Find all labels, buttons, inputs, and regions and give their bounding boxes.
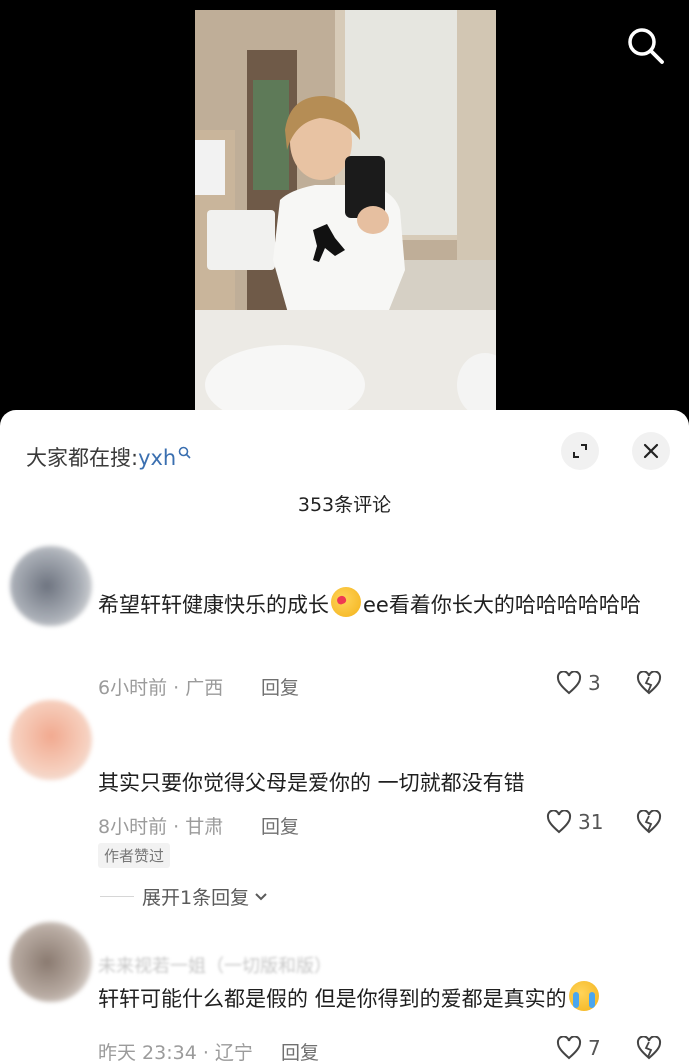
avatar[interactable] [10,700,92,780]
like-button[interactable]: 3 [556,671,601,695]
broken-heart-icon [636,670,662,695]
like-button[interactable]: 7 [556,1036,601,1060]
comment-username[interactable]: 未来视若一姐（一切版和版） [98,952,332,978]
trending-search-term[interactable]: yxh [138,446,176,470]
close-button[interactable] [632,432,670,470]
comment-item: 其实只要你觉得父母是爱你的 一切就都没有错 8小时前 · 甘肃 回复 31 作者… [0,700,689,910]
search-button[interactable] [624,24,666,66]
expand-replies-button[interactable]: 展开1条回复 [100,883,269,910]
comment-text-part: 轩轩可能什么都是假的 但是你得到的爱都是真实的 [98,987,567,1011]
dislike-button[interactable] [636,670,662,699]
expand-icon [573,444,587,458]
video-area[interactable] [0,0,689,430]
avatar[interactable] [10,546,92,626]
reply-button[interactable]: 回复 [261,673,299,700]
broken-heart-icon [636,809,662,834]
expand-sheet-button[interactable] [561,432,599,470]
search-icon [628,28,664,64]
comment-text: 轩轩可能什么都是假的 但是你得到的爱都是真实的 [98,980,668,1019]
comment-text: 希望轩轩健康快乐的成长 ee看着你长大的哈哈哈哈哈哈 [98,586,668,625]
small-search-icon [178,440,191,464]
avatar[interactable] [10,922,92,1002]
reply-button[interactable]: 回复 [281,1038,319,1063]
author-liked-badge: 作者赞过 [98,843,171,868]
comments-sheet: 大家都在搜:yxh 353条评论 希望轩轩健康快乐的成长 ee看着你长大的哈哈哈哈… [0,410,689,1063]
comment-text-part: 希望轩轩健康快乐的成长 [98,593,329,617]
close-icon [643,443,659,459]
chevron-down-icon [255,892,267,900]
comment-meta: 昨天 23:34 · 辽宁 [98,1042,253,1063]
like-count: 3 [588,671,601,695]
comment-meta: 6小时前 · 广西 [98,677,224,699]
heart-icon [556,1036,582,1060]
divider-line [100,896,134,897]
broken-heart-icon [636,1035,662,1060]
heart-icon [556,671,582,695]
comment-count-title: 353条评论 [297,494,392,516]
comment-item: 希望轩轩健康快乐的成长 ee看着你长大的哈哈哈哈哈哈 6小时前 · 广西 回复 3 [0,528,689,700]
dislike-button[interactable] [636,809,662,838]
like-count: 7 [588,1036,601,1060]
trending-search-prefix: 大家都在搜: [26,446,139,470]
comment-text: 其实只要你觉得父母是爱你的 一切就都没有错 [98,771,525,795]
video-frame[interactable] [195,10,496,412]
heart-icon [546,810,572,834]
comment-meta: 8小时前 · 甘肃 [98,816,224,838]
trending-search-link[interactable]: 大家都在搜:yxh [26,440,191,472]
loudly-crying-emoji [568,981,599,1011]
expand-replies-label: 展开1条回复 [142,887,250,909]
comment-text-part: ee看着你长大的哈哈哈哈哈哈 [363,593,641,617]
like-count: 31 [578,810,604,834]
comment-item: 未来视若一姐（一切版和版） 轩轩可能什么都是假的 但是你得到的爱都是真实的 昨天… [0,910,689,1063]
reply-button[interactable]: 回复 [261,812,299,839]
kiss-face-emoji [331,587,361,617]
selfie-video-image [195,10,496,412]
like-button[interactable]: 31 [546,810,603,834]
dislike-button[interactable] [636,1035,662,1063]
